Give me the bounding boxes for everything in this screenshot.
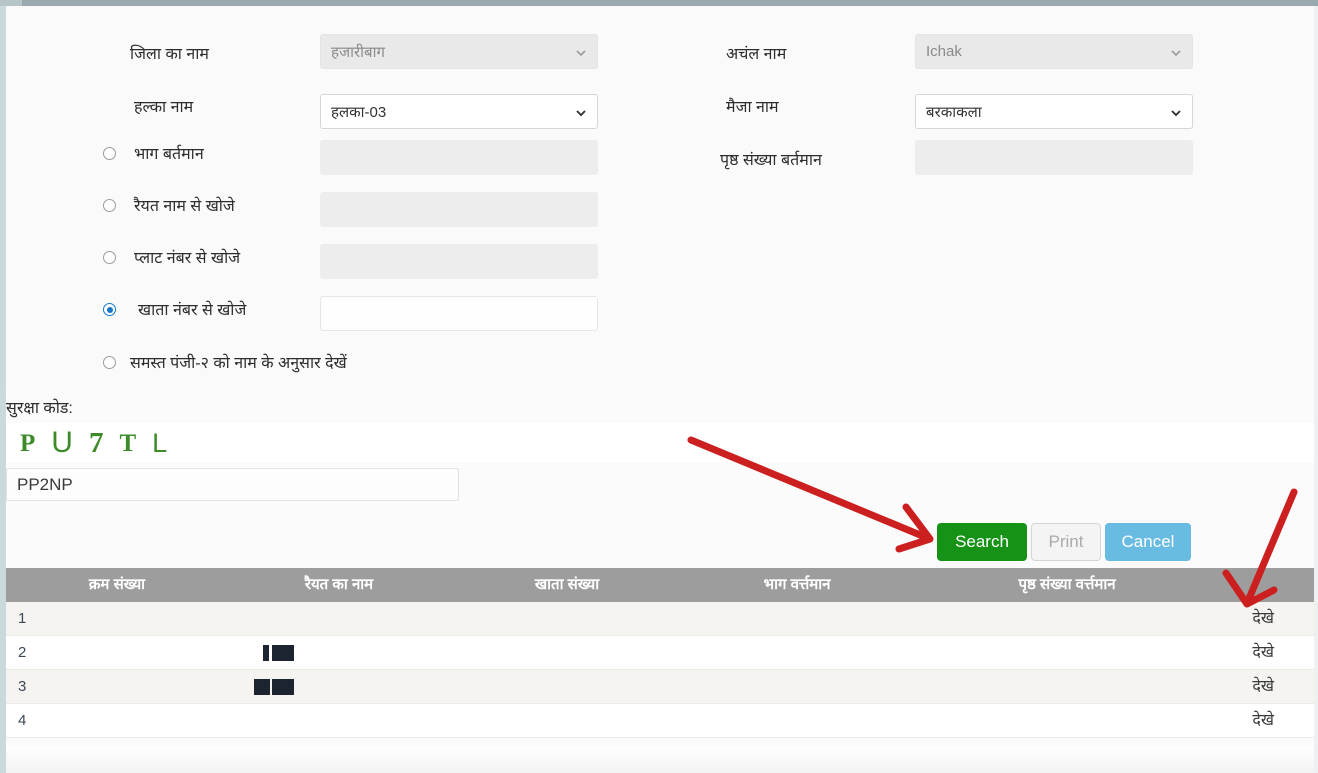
chevron-down-icon <box>1170 106 1182 118</box>
print-button[interactable]: Print <box>1031 523 1101 561</box>
plot-number-input[interactable] <box>320 244 598 279</box>
anchal-select[interactable]: Ichak <box>915 34 1193 69</box>
mauja-select-value: बरकाकला <box>926 102 982 122</box>
anchal-select-value: Ichak <box>926 43 962 60</box>
label-district: जिला का नाम <box>130 42 209 64</box>
radio-label: समस्त पंजी-२ को नाम के अनुसार देखें <box>130 351 347 373</box>
column-header-sno: क्रम संख्या <box>27 568 207 602</box>
page-root: जिला का नाम हल्का नाम अचंल नाम मैजा नाम … <box>0 0 1318 773</box>
table-row: 1 देखे <box>6 602 1314 636</box>
label-mauja: मैजा नाम <box>726 95 779 117</box>
radio-icon[interactable] <box>103 199 116 212</box>
captcha-char: L <box>152 430 167 457</box>
district-select[interactable]: हजारीबाग <box>320 34 598 69</box>
halka-select[interactable]: हलका-03 <box>320 94 598 129</box>
column-header-action <box>1207 568 1297 602</box>
table-row: 4 देखे <box>6 704 1314 738</box>
captcha-input[interactable]: PP2NP <box>6 468 459 501</box>
column-header-khata: खाता संख्या <box>477 568 657 602</box>
chevron-down-icon <box>575 46 587 58</box>
search-button[interactable]: Search <box>937 523 1027 561</box>
radio-icon-selected[interactable] <box>103 303 116 316</box>
label-halka: हल्का नाम <box>134 95 193 117</box>
chevron-down-icon <box>1170 46 1182 58</box>
radio-icon[interactable] <box>103 147 116 160</box>
redaction-mark <box>272 679 294 695</box>
column-header-prishth: पृष्ठ संख्या वर्त्तमान <box>937 568 1197 602</box>
mauja-select[interactable]: बरकाकला <box>915 94 1193 129</box>
page-bottom-fade <box>6 745 1314 773</box>
captcha-input-value: PP2NP <box>17 475 73 495</box>
table-header-row: क्रम संख्या रैयत का नाम खाता संख्या भाग … <box>6 568 1314 602</box>
cell-sno: 3 <box>18 670 26 704</box>
view-link[interactable]: देखे <box>1252 704 1274 738</box>
results-table: क्रम संख्या रैयत का नाम खाता संख्या भाग … <box>6 568 1314 738</box>
view-link[interactable]: देखे <box>1252 670 1274 704</box>
table-row: 3 देखे <box>6 670 1314 704</box>
chevron-down-icon <box>575 106 587 118</box>
captcha-char: U <box>51 428 73 458</box>
table-row: 2 देखे <box>6 636 1314 670</box>
khata-number-input[interactable] <box>320 296 598 331</box>
radio-label: रैयत नाम से खोजे <box>134 194 235 216</box>
bhag-bartman-input[interactable] <box>320 140 598 175</box>
captcha-label: सुरक्षा कोड: <box>6 396 73 418</box>
captcha-char: 7 <box>89 429 104 458</box>
search-form: जिला का नाम हल्का नाम अचंल नाम मैजा नाम … <box>6 6 1314 390</box>
cell-sno: 2 <box>18 636 26 670</box>
captcha-char: P <box>20 431 35 456</box>
prishth-sankhya-input[interactable] <box>915 140 1193 175</box>
column-header-name: रैयत का नाम <box>239 568 439 602</box>
captcha-image: P U 7 T L <box>8 423 236 463</box>
redaction-mark <box>254 679 270 695</box>
label-prishth-sankhya: पृष्ठ संख्या बर्तमान <box>720 148 822 170</box>
radio-icon[interactable] <box>103 251 116 264</box>
redaction-mark <box>272 645 294 661</box>
column-header-bhag: भाग वर्त्तमान <box>707 568 887 602</box>
district-select-value: हजारीबाग <box>331 42 385 62</box>
cell-sno: 4 <box>18 704 26 738</box>
cancel-button[interactable]: Cancel <box>1105 523 1191 561</box>
right-edge-rail <box>1314 6 1318 773</box>
label-anchal: अचंल नाम <box>726 42 786 64</box>
captcha-char: T <box>119 431 136 456</box>
radio-icon[interactable] <box>103 356 116 369</box>
radio-label: खाता नंबर से खोजे <box>138 298 246 320</box>
view-link[interactable]: देखे <box>1252 636 1274 670</box>
redaction-mark <box>263 645 269 661</box>
cell-sno: 1 <box>18 602 26 636</box>
view-link[interactable]: देखे <box>1252 602 1274 636</box>
radio-label: भाग बर्तमान <box>134 142 204 164</box>
radio-label: प्लाट नंबर से खोजे <box>134 246 240 268</box>
halka-select-value: हलका-03 <box>331 102 386 122</box>
raiyat-naam-input[interactable] <box>320 192 598 227</box>
